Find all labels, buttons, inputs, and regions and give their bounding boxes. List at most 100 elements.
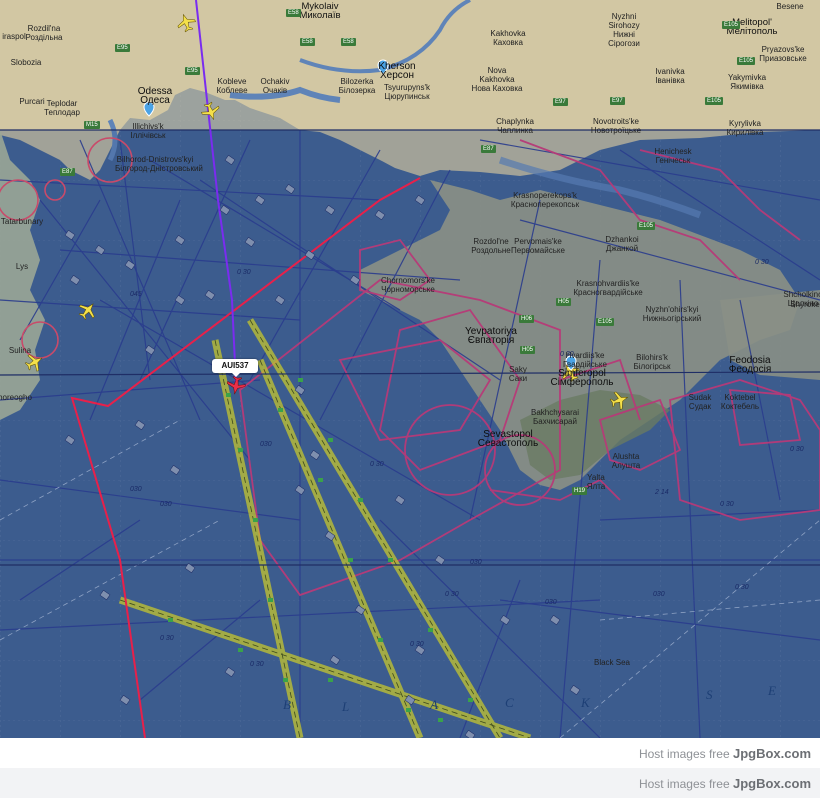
place-label-line: Illichivs'k <box>132 122 164 131</box>
place-label-line: Кирилівка <box>726 128 764 137</box>
waypoint-marker <box>358 498 363 502</box>
place-label-line: Yalta <box>587 473 605 482</box>
place-label-kyrylivka: Kyrylivka Кирилівка <box>705 119 785 137</box>
place-label-line: Нижні <box>613 30 635 39</box>
place-label-line: Nova <box>487 66 507 75</box>
place-label-bilohirsk: Bilohirs'k Білогірськ <box>612 353 692 371</box>
place-label-line: Slobozia <box>10 58 42 67</box>
place-label-saky: Saky Саки <box>478 365 558 383</box>
place-label-line: Білогірськ <box>633 362 671 371</box>
road-shield: E97 <box>553 98 568 106</box>
place-label-line: Красноперекопськ <box>510 200 580 209</box>
place-label-nyzhnohirskyi: Nyzhn'ohirs'kyi Нижньогірський <box>632 305 712 323</box>
waypoint-marker <box>318 478 323 482</box>
place-label-line: Krasnohvardiis'ke <box>576 279 640 288</box>
place-label-line: Chornomors'ke <box>381 276 435 285</box>
place-label-chornomorske: Chornomors'ke Чорноморське <box>368 276 448 294</box>
waypoint-marker <box>378 638 383 642</box>
flight-callsign-label[interactable]: AUI537 <box>212 359 258 377</box>
place-label-line: Каховка <box>493 38 523 47</box>
place-label-yalta: Yalta Ялта <box>556 473 636 491</box>
place-label-dzhankoi: Dzhankoi Джанкой <box>582 235 662 253</box>
flight-level-label: 0 30 <box>790 446 804 453</box>
place-label-line: Іллічівськ <box>130 131 166 140</box>
waypoint-marker <box>238 448 243 452</box>
flight-map[interactable]: AUI537 Mykolaiv Миколаїв Besene Melitopol' М… <box>0 0 820 738</box>
road-shield: H05 <box>556 298 572 306</box>
place-label-line: Феодосія <box>728 364 772 375</box>
place-label-line: Alushta <box>612 452 640 461</box>
map-canvas[interactable] <box>0 0 820 738</box>
place-label-bakhchysarai: Bakhchysarai Бахчисарай <box>515 408 595 426</box>
road-shield: H05 <box>520 346 536 354</box>
road-shield: M15 <box>84 121 100 129</box>
place-label-line: Євпаторія <box>467 335 515 346</box>
road-shield: E105 <box>722 21 741 29</box>
footer-brand[interactable]: JpgBox.com <box>733 746 811 761</box>
place-label-line: Севастополь <box>477 438 539 449</box>
waypoint-marker <box>468 698 473 702</box>
waypoint-marker <box>348 558 353 562</box>
place-label-black-sea: Black Sea <box>572 658 652 667</box>
flight-level-label: 030 <box>160 501 172 508</box>
place-label-line: Kyrylivka <box>728 119 761 128</box>
place-label-line: Nyzhn'ohirs'kyi <box>645 305 699 314</box>
place-label-line: Pervomais'ke <box>514 237 562 246</box>
place-label-illichivsk: Illichivs'k Іллічівськ <box>108 122 188 140</box>
waypoint-marker <box>278 408 283 412</box>
place-label-line: Чаплинка <box>497 126 533 135</box>
footer-brand[interactable]: JpgBox.com <box>733 776 811 791</box>
waypoint-marker <box>406 708 411 712</box>
place-label-line: Black Sea <box>593 658 631 667</box>
waypoint-marker <box>268 598 273 602</box>
place-label-line: Kakhovka <box>490 29 526 38</box>
place-label-koktebel: Koktebel Коктебель <box>700 393 780 411</box>
place-label-line: Ялта <box>586 482 606 491</box>
footer-row-2: Host images free JpgBox.com <box>0 768 820 798</box>
place-label-line: Первомайське <box>511 246 565 255</box>
waypoint-marker <box>168 618 173 622</box>
waypoint-marker <box>438 718 443 722</box>
place-label-feodosia: Feodosia Феодосія <box>710 356 790 375</box>
flight-level-label: 0 30 <box>160 635 174 642</box>
place-label-ivanivka: Ivanivka Іванівка <box>630 67 710 85</box>
flight-level-label: 030 <box>653 591 665 598</box>
place-label-line: Сірогози <box>608 39 640 48</box>
place-label-line: Чорноморське <box>381 285 435 294</box>
place-label-line: Цюрупинськ <box>384 92 430 101</box>
place-label-horeogho: horeogho <box>0 393 55 402</box>
place-label-line: Bilhorod-Dnistrovs'kyi <box>116 155 194 164</box>
place-label-krasnohvardiiske: Krasnohvardiis'ke Красногвардійське <box>568 279 648 297</box>
place-label-henichesk: Henichesk Генічеськ <box>633 147 713 165</box>
flight-level-label: 0 30 <box>560 351 574 358</box>
place-label-line: Saky <box>509 365 527 374</box>
place-label-line: Одеса <box>140 95 170 106</box>
place-label-line: Teplodar <box>46 99 78 108</box>
place-label-krasnoperekopsk: Krasnoperekops'k Красноперекопськ <box>505 191 585 209</box>
place-label-line: Ivanivka <box>655 67 685 76</box>
place-label-novotroitske: Novotroits'ke Новотроїцьке <box>576 117 656 135</box>
place-label-line: Shyroke <box>790 300 820 309</box>
flight-level-label: 0 30 <box>250 661 264 668</box>
place-label-lys: Lys <box>0 262 62 271</box>
flight-level-label: 030 <box>470 559 482 566</box>
place-label-rozdilna: Rozdil'na Роздільна <box>4 24 84 42</box>
place-label-line: Ochakiv <box>260 77 290 86</box>
place-label-line: Rozdil'na <box>27 24 61 33</box>
place-label-beseme: Besene <box>750 2 820 11</box>
place-label-bilhorod: Bilhorod-Dnistrovs'kyi Білгород-Дністровс… <box>115 155 203 173</box>
flight-level-label: 0 30 <box>370 461 384 468</box>
sea-letter: E <box>768 683 776 698</box>
road-shield: H19 <box>572 487 588 495</box>
road-shield: E105 <box>637 222 656 230</box>
place-label-line: Нова Каховка <box>471 84 523 93</box>
place-label-line: Besene <box>776 2 804 11</box>
place-label-line: Krasnoperekops'k <box>513 191 577 200</box>
place-label-shyroke: Shyroke <box>765 300 820 309</box>
footer-text: Host images free <box>638 747 733 761</box>
place-label-line: Henichesk <box>654 147 692 156</box>
place-label-line: Генічеськ <box>655 156 691 165</box>
road-shield: E58 <box>341 38 356 46</box>
road-shield: E58 <box>300 38 315 46</box>
flight-level-label: 2 14 <box>655 489 669 496</box>
